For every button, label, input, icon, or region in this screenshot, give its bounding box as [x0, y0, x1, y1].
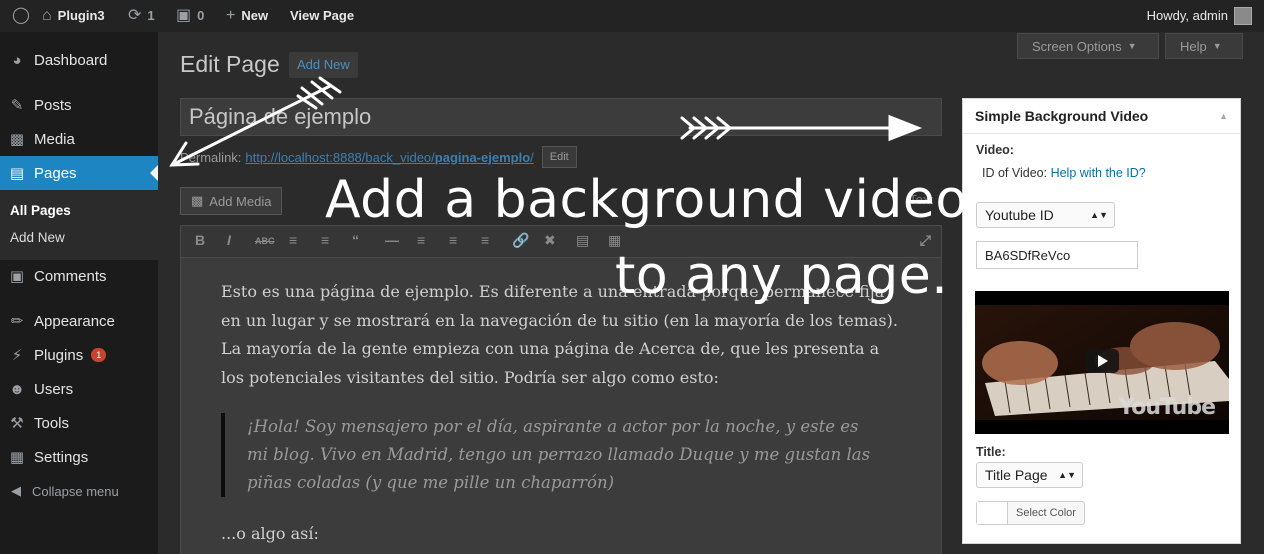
- overlay-headline-line1: Add a background video: [325, 170, 968, 230]
- overlay-headline-line2: to any page.: [615, 246, 949, 306]
- screen: ◯ ⌂ Plugin3 ⟳ 1 ▣ 0 + New View Page Howdy, a…: [0, 0, 1264, 554]
- arrow-to-sidebar: [169, 76, 342, 167]
- arrow-to-widget: [680, 114, 923, 142]
